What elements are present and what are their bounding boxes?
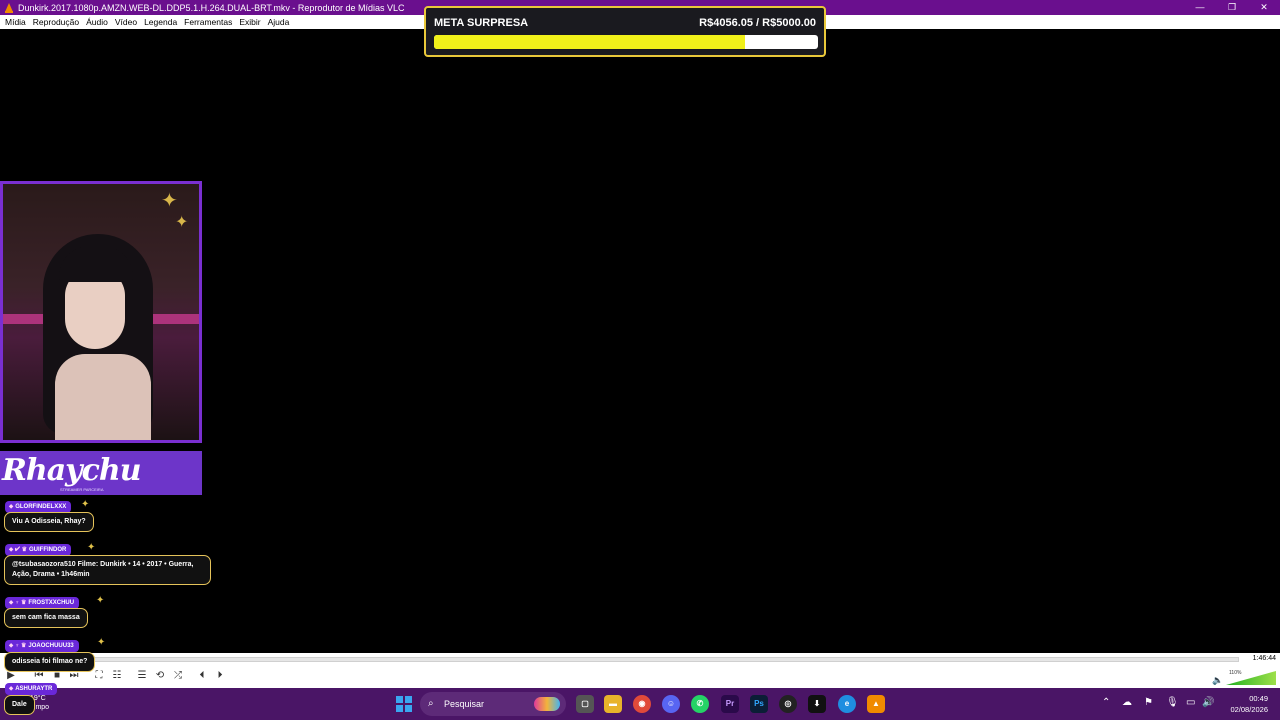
chat-badges: ⬥ ♆ ♛ — [9, 643, 27, 649]
chat-badges: ⬥ — [9, 686, 14, 692]
tray-app-icon[interactable]: ⚑ — [1144, 697, 1153, 708]
vlc-taskbar-icon[interactable]: ▲ — [867, 695, 885, 713]
playlist-icon[interactable]: ☰ — [135, 670, 149, 681]
chevron-up-icon[interactable]: ⌃ — [1102, 697, 1110, 708]
download-icon[interactable]: ⬇ — [808, 695, 826, 713]
edge-icon[interactable]: e — [838, 695, 856, 713]
goal-progress-track — [434, 35, 818, 49]
menu-reproducao[interactable]: Reprodução — [33, 17, 79, 27]
sparkle-icon: ✦ — [87, 542, 96, 553]
chat-message: sem cam fica massa — [4, 608, 88, 628]
vlc-icon — [5, 2, 13, 13]
clock[interactable]: 00:49 02/08/2026 — [1230, 693, 1268, 715]
webcam-feed: ✦ ✦ — [0, 181, 202, 443]
star-icon: ✦ — [161, 190, 178, 212]
search-placeholder: Pesquisar — [444, 699, 485, 709]
sparkle-icon: ✦ — [96, 595, 105, 606]
menu-exibir[interactable]: Exibir — [239, 17, 260, 27]
taskbar: 19°C Limpo ⌕ Pesquisar ▢ ▬ ◉ ☺ ✆ Pr Ps ◎… — [0, 688, 1280, 720]
obs-icon[interactable]: ◎ — [779, 695, 797, 713]
search-icon: ⌕ — [428, 698, 434, 709]
taskbar-search[interactable]: ⌕ Pesquisar — [420, 692, 566, 716]
extended-settings-icon[interactable]: ☷ — [110, 670, 124, 681]
close-button[interactable]: ✕ — [1248, 0, 1280, 15]
menu-ajuda[interactable]: Ajuda — [268, 17, 290, 27]
sparkle-icon: ✦ — [81, 499, 90, 510]
chrome-icon[interactable]: ◉ — [633, 695, 651, 713]
menu-ferramentas[interactable]: Ferramentas — [184, 17, 232, 27]
menu-legenda[interactable]: Legenda — [144, 17, 177, 27]
duration-label: 1:46:44 — [1252, 655, 1276, 662]
volume-icon[interactable]: 🔊 — [1202, 697, 1214, 708]
seek-bar[interactable] — [4, 657, 1239, 662]
chat-message: Viu A Odisseia, Rhay? — [4, 512, 94, 532]
goal-title: META SURPRESA — [434, 17, 529, 29]
sparkle-icon: ✦ — [97, 637, 106, 648]
frame-forward-icon[interactable]: ⏵ — [213, 670, 227, 681]
chat-username: ⬥ ASHURAYTR — [5, 683, 58, 695]
display-icon[interactable]: ▭ — [1186, 697, 1195, 708]
chat-badges: ⬥ — [9, 504, 14, 510]
streamer-name: Rhaychu — [2, 453, 142, 488]
minimize-button[interactable]: — — [1184, 0, 1216, 15]
chat-message: Dale — [4, 695, 35, 715]
chat-message: odisseia foi filmao ne? — [4, 652, 96, 672]
menu-video[interactable]: Vídeo — [115, 17, 137, 27]
clock-date: 02/08/2026 — [1230, 705, 1268, 714]
chat-message: @tsubasaozora510 Filme: Dunkirk • 14 • 2… — [4, 555, 211, 585]
window-title: Dunkirk.2017.1080p.AMZN.WEB-DL.DDP5.1.H.… — [18, 2, 405, 13]
chat-username: ⬥ ♆ ♛ JOAOCHUUU33 — [5, 640, 79, 652]
star-icon: ✦ — [175, 214, 189, 231]
goal-amount: R$4056.05 / R$5000.00 — [699, 17, 816, 29]
menu-midia[interactable]: Mídia — [5, 17, 26, 27]
goal-widget: META SURPRESA R$4056.05 / R$5000.00 — [424, 6, 826, 57]
loop-icon[interactable]: ⟲ — [153, 670, 167, 681]
photoshop-icon[interactable]: Ps — [750, 695, 768, 713]
menu-audio[interactable]: Áudio — [86, 17, 108, 27]
task-view-icon[interactable]: ▢ — [576, 695, 594, 713]
shuffle-icon[interactable]: ⤮ — [171, 670, 185, 681]
file-explorer-icon[interactable]: ▬ — [604, 695, 622, 713]
fullscreen-icon[interactable]: ⛶ — [92, 670, 106, 681]
premiere-icon[interactable]: Pr — [721, 695, 739, 713]
player-controls: 1:46:44 ▶ ⏮ ■ ⏭ ⛶ ☷ ☰ ⟲ ⤮ ⏴ ⏵ 🔈 110% — [0, 653, 1280, 688]
speaker-icon[interactable]: 🔈 — [1212, 675, 1223, 686]
goal-progress-fill — [434, 35, 746, 49]
tray-app-icon[interactable]: ☁ — [1122, 697, 1132, 708]
windows-start-icon[interactable] — [396, 696, 412, 712]
chat-badges: ⬥ ✔ ♛ — [9, 547, 27, 553]
chat-badges: ⬥ ♆ ♛ — [9, 600, 27, 606]
clock-time: 00:49 — [1249, 694, 1268, 703]
whatsapp-icon[interactable]: ✆ — [691, 695, 709, 713]
frame-back-icon[interactable]: ⏴ — [195, 670, 209, 681]
volume-label: 110% — [1229, 670, 1242, 676]
banner-subtitle: STREAMER PARCEIRA — [60, 487, 104, 492]
discord-icon[interactable]: ☺ — [662, 695, 680, 713]
microphone-icon[interactable]: 🎙 — [1166, 697, 1179, 708]
streamer-banner: Rhaychu STREAMER PARCEIRA — [0, 451, 202, 495]
maximize-button[interactable]: ❐ — [1216, 0, 1248, 15]
